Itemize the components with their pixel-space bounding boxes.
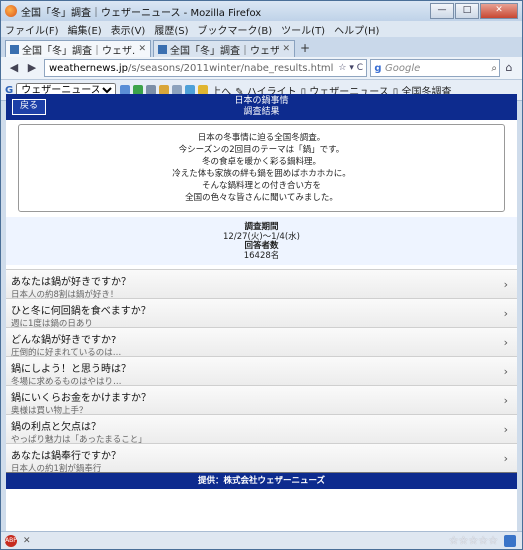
menu-bar: ファイル(F) 編集(E) 表示(V) 履歴(S) ブックマーク(B) ツール(… — [1, 21, 522, 37]
question-list: あなたは鍋が好きですか？ 日本人の約8割は鍋が好き！ › ひと冬に何回鍋を食べま… — [6, 269, 517, 474]
intro-line: 今シーズンの2回目のテーマは「鍋」です。 — [178, 145, 345, 155]
chevron-right-icon: › — [503, 336, 508, 349]
close-window-button[interactable]: ✕ — [480, 3, 518, 19]
question-title: ひと冬に何回鍋を食べますか？ — [11, 306, 151, 317]
forward-arrow-icon[interactable]: ▶ — [23, 60, 41, 76]
window-title: 全国「冬」調査｜ウェザーニュース - Mozilla Firefox — [21, 7, 262, 19]
count-value: 16428名 — [243, 250, 280, 261]
list-item[interactable]: どんな鍋が好きですか? 圧倒的に好まれているのは… › — [6, 327, 517, 358]
list-item[interactable]: あなたは鍋が好きですか？ 日本人の約8割は鍋が好き！ › — [6, 269, 517, 300]
back-arrow-icon[interactable]: ◀ — [5, 60, 23, 76]
tab-active[interactable]: 全国「冬」調査｜ウェザ... ✕ — [5, 40, 151, 57]
chevron-right-icon: › — [503, 394, 508, 407]
search-box[interactable]: g Google ⌕ — [370, 59, 500, 77]
navigation-bar: ◀ ▶ weathernews.jp /s/seasons/2011winter… — [1, 57, 522, 80]
menu-help[interactable]: ヘルプ(H) — [334, 22, 379, 37]
survey-info: 調査期間 12/27(火)〜1/4(水) 回答者数 16428名 — [6, 217, 517, 265]
list-item[interactable]: 鍋にいくらお金をかけますか？ 奥様は買い物上手？ › — [6, 385, 517, 416]
search-icon[interactable]: ⌕ — [491, 63, 499, 74]
search-engine-icon[interactable]: g — [371, 63, 385, 74]
list-item[interactable]: ひと冬に何回鍋を食べますか？ 週に1度は鍋の日あり › — [6, 298, 517, 329]
url-bar[interactable]: weathernews.jp /s/seasons/2011winter/nab… — [44, 59, 367, 77]
adblock-icon[interactable]: ABP — [5, 534, 17, 547]
list-item[interactable]: あなたは鍋奉行ですか？ 日本人の約1割が鍋奉行 › — [6, 443, 517, 474]
menu-edit[interactable]: 編集(E) — [68, 22, 102, 37]
intro-line: 全国の色々な皆さんに聞いてみました。 — [185, 193, 338, 203]
addon-icon[interactable] — [504, 534, 516, 547]
title-bar: 全国「冬」調査｜ウェザーニュース - Mozilla Firefox — □ ✕ — [1, 1, 522, 21]
url-path: /s/seasons/2011winter/nabe_results.html — [128, 62, 334, 74]
chevron-right-icon: › — [503, 365, 508, 378]
window-controls: — □ ✕ — [429, 3, 518, 19]
intro-box: 日本の冬事情に迫る全国冬調査。 今シーズンの2回目のテーマは「鍋」です。 冬の食… — [18, 124, 505, 212]
chevron-right-icon: › — [503, 452, 508, 465]
firefox-icon — [5, 5, 17, 17]
menu-bookmarks[interactable]: ブックマーク(B) — [198, 22, 273, 37]
question-title: 鍋にしよう！と思う時は？ — [11, 364, 131, 375]
tab-label: 全国「冬」調査｜ウェザ... — [22, 45, 136, 57]
status-close-icon[interactable]: ✕ — [23, 536, 449, 546]
menu-history[interactable]: 履歴(S) — [154, 22, 188, 37]
menu-file[interactable]: ファイル(F) — [5, 22, 59, 37]
menu-tools[interactable]: ツール(T) — [281, 22, 325, 37]
question-title: あなたは鍋が好きですか？ — [11, 277, 131, 288]
minimize-button[interactable]: — — [430, 3, 454, 19]
home-icon[interactable]: ⌂ — [500, 60, 518, 76]
header-subtitle: 調査結果 — [243, 107, 280, 117]
tab-close-icon[interactable]: ✕ — [282, 44, 290, 54]
list-item[interactable]: 鍋にしよう！と思う時は？ 冬場に求めるものはやはり… › — [6, 356, 517, 387]
page-header: 戻る 日本の鍋事情 調査結果 — [6, 94, 517, 120]
intro-line: 日本の冬事情に迫る全国冬調査。 — [197, 133, 326, 143]
page-footer: 提供：株式会社ウェザーニューズ — [6, 472, 517, 489]
intro-line: 冬の食卓を暖かく彩る鍋料理。 — [201, 157, 321, 167]
question-title: 鍋にいくらお金をかけますか？ — [11, 393, 151, 404]
chevron-right-icon: › — [503, 307, 508, 320]
status-bar: ABP ✕ ☆☆☆☆☆ — [1, 531, 522, 549]
question-title: どんな鍋が好きですか? — [11, 335, 117, 346]
site-favicon-icon — [158, 44, 167, 54]
back-button[interactable]: 戻る — [12, 99, 47, 115]
chevron-right-icon: › — [503, 423, 508, 436]
intro-line: そんな鍋料理との付き合い方を — [202, 181, 321, 191]
maximize-button[interactable]: □ — [455, 3, 479, 19]
question-title: 鍋の利点と欠点は？ — [11, 422, 101, 433]
header-title: 日本の鍋事情 — [234, 96, 289, 106]
list-item[interactable]: 鍋の利点と欠点は？ やっぱり魅力は「あったまること」 › — [6, 414, 517, 445]
tab-label: 全国「冬」調査｜ウェザー... — [170, 45, 280, 57]
question-summary: 日本人の約1割が鍋奉行 — [11, 464, 102, 474]
new-tab-button[interactable]: + — [297, 41, 313, 57]
tab-inactive[interactable]: 全国「冬」調査｜ウェザー... ✕ — [153, 40, 295, 57]
search-input[interactable]: Google — [385, 63, 491, 74]
question-title: あなたは鍋奉行ですか？ — [11, 451, 121, 462]
tab-close-icon[interactable]: ✕ — [138, 44, 146, 54]
chevron-right-icon: › — [503, 278, 508, 291]
browser-window: 全国「冬」調査｜ウェザーニュース - Mozilla Firefox — □ ✕… — [0, 0, 523, 550]
menu-view[interactable]: 表示(V) — [111, 22, 146, 37]
url-domain: weathernews.jp — [49, 62, 128, 74]
rating-stars[interactable]: ☆☆☆☆☆ — [449, 534, 498, 547]
page-content: 戻る 日本の鍋事情 調査結果 日本の冬事情に迫る全国冬調査。 今シーズンの2回目… — [6, 94, 517, 532]
site-favicon-icon — [10, 44, 19, 54]
intro-line: 冷えた体も家族の絆も鍋を囲めばホカホカに。 — [172, 169, 351, 179]
tab-bar: 全国「冬」調査｜ウェザ... ✕ 全国「冬」調査｜ウェザー... ✕ + — [1, 37, 522, 57]
url-bar-icons[interactable]: ☆ ▾ C — [338, 63, 366, 73]
